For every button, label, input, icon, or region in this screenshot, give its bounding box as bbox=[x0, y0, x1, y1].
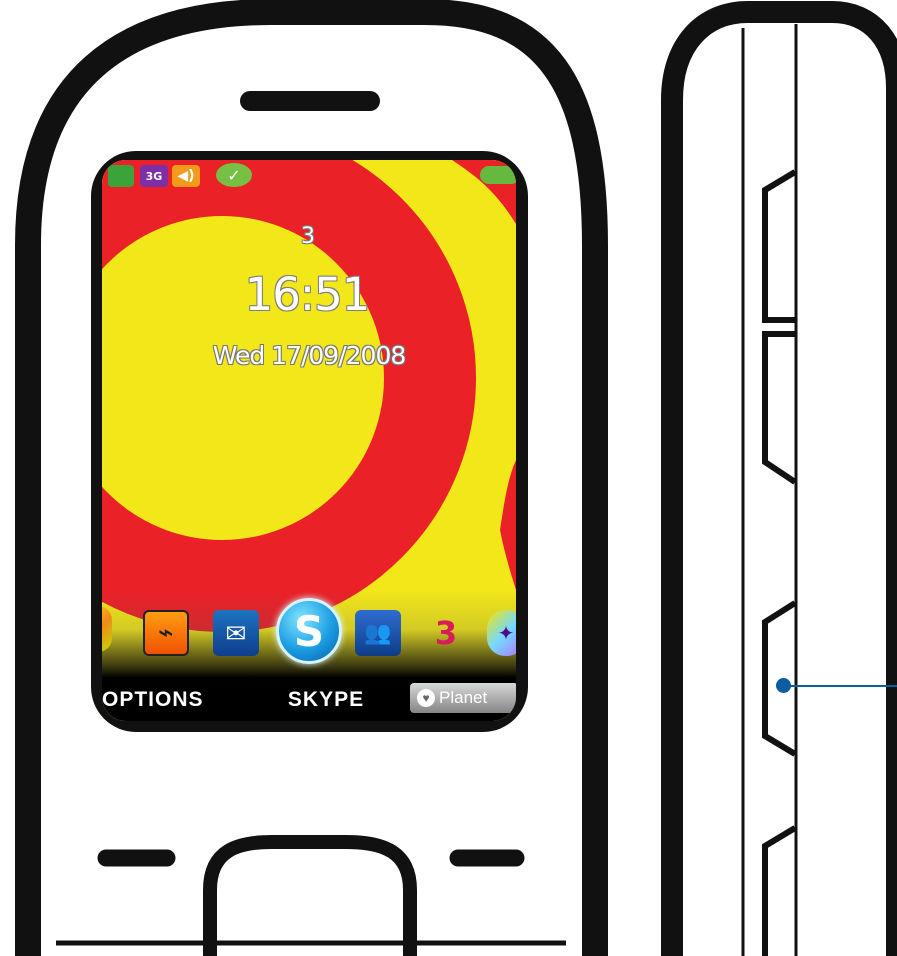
clock-time: 16:51 bbox=[244, 268, 371, 321]
app-left-edge-icon[interactable] bbox=[102, 606, 112, 652]
phone-side-outline bbox=[661, 1, 897, 956]
app-dock: ⌁ ✉ S 👥 3 ✦ bbox=[102, 590, 516, 678]
planet-icon: ♥ bbox=[417, 689, 435, 707]
battery-icon bbox=[480, 166, 516, 184]
volume-icon: ◀) bbox=[172, 165, 200, 187]
phone-screen: 3G ◀) ✓ 3 16:51 Wed 17/09/2008 ⌁ ✉ S 👥 3… bbox=[102, 160, 516, 721]
options-softkey[interactable]: OPTIONS bbox=[102, 688, 217, 712]
messenger-status-icon: ✓ bbox=[216, 163, 252, 187]
operator-name: 3 bbox=[301, 224, 315, 249]
middle-side-button bbox=[762, 331, 797, 485]
app-right-edge-icon[interactable]: ✦ bbox=[487, 610, 516, 656]
softkey-bar: OPTIONS SKYPE ♥ Planet bbox=[102, 678, 516, 721]
phone-illustration: 3G ◀) ✓ 3 16:51 Wed 17/09/2008 ⌁ ✉ S 👥 3… bbox=[0, 0, 897, 956]
callout-dot bbox=[776, 678, 791, 693]
upper-side-button bbox=[762, 169, 797, 323]
callout-line bbox=[785, 685, 897, 687]
lower-side-button bbox=[762, 825, 797, 956]
mail-app-icon[interactable]: ✉ bbox=[213, 610, 259, 656]
three-app-icon[interactable]: 3 bbox=[425, 610, 467, 656]
skype-softkey[interactable]: SKYPE bbox=[285, 688, 367, 712]
planet-softkey-label: Planet bbox=[439, 688, 488, 707]
community-app-icon[interactable]: 👥 bbox=[355, 610, 401, 656]
navigation-key-outline bbox=[203, 835, 417, 956]
planet-softkey[interactable]: ♥ Planet bbox=[410, 683, 516, 713]
network-3g-icon: 3G bbox=[140, 165, 168, 187]
signal-icon bbox=[108, 165, 134, 187]
skype-app-icon[interactable]: S bbox=[276, 598, 342, 664]
rss-app-icon[interactable]: ⌁ bbox=[143, 610, 189, 656]
status-bar: 3G ◀) ✓ bbox=[102, 160, 516, 196]
clock-date: Wed 17/09/2008 bbox=[212, 341, 407, 370]
